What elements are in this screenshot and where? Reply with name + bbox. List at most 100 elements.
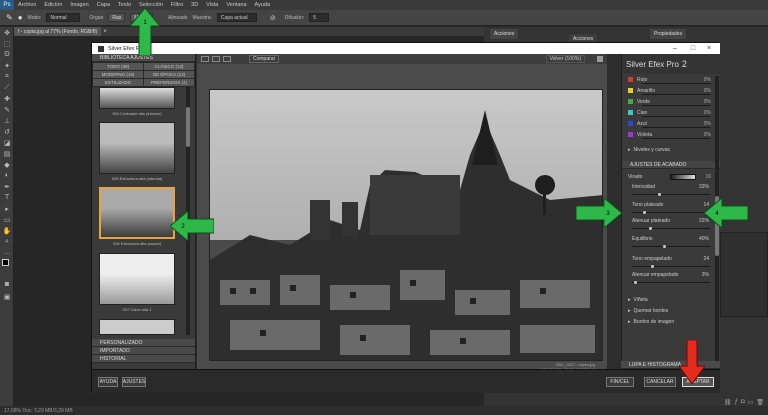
screen-mode-icon[interactable]: ▣ [0, 291, 14, 302]
slider-knob[interactable] [634, 281, 638, 284]
color-filter-row[interactable]: Verde 0% [622, 96, 720, 107]
background-toggle-icon[interactable] [597, 56, 603, 62]
close-icon[interactable]: × [702, 43, 716, 54]
loupe-histogram-header[interactable]: LUPA E HISTOGRAMA [621, 361, 720, 369]
single-view-icon[interactable] [201, 56, 209, 62]
preset-thumb[interactable] [99, 87, 175, 109]
color-filter-row[interactable]: Amarillo 0% [622, 85, 720, 96]
toning-row[interactable]: Virado 16 [622, 171, 720, 182]
adjustment-slider[interactable] [632, 211, 710, 214]
eraser-tool-icon[interactable]: ◪ [0, 137, 14, 148]
category-moderno[interactable]: MODERNO (15) [93, 71, 143, 78]
adjustment-slider[interactable] [632, 265, 710, 268]
aperture-icon[interactable]: ⊘ [270, 14, 276, 22]
slider-knob[interactable] [642, 211, 646, 214]
color-filter-slider[interactable] [642, 83, 710, 84]
settings-button[interactable]: AJUSTES [122, 377, 146, 387]
mode-select[interactable]: Normal [46, 13, 81, 22]
image-borders-row[interactable]: ▸ Bordes de imagen [622, 316, 720, 327]
zoom-select[interactable]: Volver (100%) [545, 55, 585, 63]
adjustment-slider[interactable] [632, 245, 710, 248]
more-tools-icon[interactable]: … [0, 247, 14, 258]
cancel-button[interactable]: CANCELAR [644, 377, 676, 387]
mask-icon[interactable]: ◘ [741, 399, 745, 405]
compare-button[interactable]: Comparar [249, 55, 280, 63]
adjustment-slider[interactable] [632, 281, 710, 284]
levels-curves-row[interactable]: ▸ Niveles y curvas [622, 144, 720, 155]
blur-tool-icon[interactable]: ◆ [0, 159, 14, 170]
hand-tool-icon[interactable]: ✋ [0, 225, 14, 236]
burn-edges-row[interactable]: ▸ Quemar bordes [622, 305, 720, 316]
color-filter-row[interactable]: Violeta 0% [622, 129, 720, 140]
link-icon[interactable]: ⛓ [724, 399, 732, 406]
quick-mask-icon[interactable]: ◙ [0, 279, 14, 290]
toning-adjustment-row[interactable]: Atenuar empapelado 3% [628, 272, 714, 286]
color-filter-row[interactable]: Rojo 0% [622, 74, 720, 85]
history-header[interactable]: HISTORIAL [92, 355, 195, 363]
imported-header[interactable]: IMPORTADO [92, 347, 195, 355]
type-tool-icon[interactable]: T [0, 192, 14, 203]
zoom-tool-icon[interactable]: ⌕ [0, 236, 14, 247]
toning-adjustment-row[interactable]: Intensidad 33% [628, 184, 714, 198]
category-clasico[interactable]: CLÁSICO (13) [144, 63, 194, 70]
foreground-color[interactable] [2, 259, 9, 266]
color-filter-slider[interactable] [642, 138, 710, 139]
menu-3d[interactable]: 3D [187, 2, 202, 8]
finish-adjustments-header[interactable]: AJUSTES DE ACABADO [622, 161, 720, 169]
menu-ayuda[interactable]: Ayuda [251, 2, 275, 8]
path-select-icon[interactable]: ▸ [0, 203, 14, 214]
folder-icon[interactable]: ▭ [748, 399, 754, 406]
side-view-icon[interactable] [223, 56, 231, 62]
pen-tool-icon[interactable]: ✒ [0, 181, 14, 192]
toning-adjustment-row[interactable]: Tono plateado 14 [628, 202, 714, 216]
toning-adjustment-row[interactable]: Atenuar plateado 22% [628, 218, 714, 232]
help-button[interactable]: AYUDA [98, 377, 118, 387]
diffusion-field[interactable]: 5 [309, 13, 330, 22]
brush-tool-icon[interactable]: ✎ [6, 13, 13, 22]
menu-vista[interactable]: Vista [202, 2, 222, 8]
slider-knob[interactable] [650, 265, 654, 268]
crop-tool-icon[interactable]: ⌗ [0, 71, 14, 82]
lasso-tool-icon[interactable]: ʘ [0, 49, 14, 60]
slider-knob[interactable] [657, 193, 661, 196]
color-filter-row[interactable]: Azul 0% [622, 118, 720, 129]
shape-tool-icon[interactable]: ▭ [0, 214, 14, 225]
ras-button[interactable]: Ras [108, 13, 126, 22]
color-filter-slider[interactable] [642, 105, 710, 106]
adjustment-slider[interactable] [632, 193, 710, 196]
maximize-icon[interactable]: □ [686, 43, 700, 54]
color-filter-slider[interactable] [642, 127, 710, 128]
panel-tab-acciones[interactable]: Acciones [490, 29, 519, 39]
panel-tab-propiedades[interactable]: Propiedades [650, 29, 687, 39]
preset-thumb[interactable] [99, 253, 175, 305]
category-estilizado[interactable]: ESTILIZADO [93, 79, 143, 86]
history-brush-icon[interactable]: ↺ [0, 126, 14, 137]
category-epoca[interactable]: DE ÉPOCA (13) [144, 71, 194, 78]
split-view-icon[interactable] [212, 56, 220, 62]
menu-archivo[interactable]: Archivo [14, 2, 40, 8]
adjustment-slider[interactable] [632, 227, 710, 230]
menu-ventana[interactable]: Ventana [222, 2, 250, 8]
category-todo[interactable]: TODO (38) [93, 63, 143, 70]
document-tab[interactable]: f - copia.jpg al 77% (Fondo, RGB/8) [14, 27, 102, 36]
quick-select-icon[interactable]: ✦ [0, 60, 14, 71]
preset-thumb-selected[interactable] [99, 187, 175, 239]
preview-photo[interactable] [209, 89, 603, 361]
marquee-tool-icon[interactable]: ⬚ [0, 38, 14, 49]
trash-icon[interactable]: 🗑 [756, 399, 764, 406]
dodge-tool-icon[interactable]: ◐ [0, 170, 14, 181]
fx-icon[interactable]: ƒ [735, 399, 738, 405]
minimize-icon[interactable]: – [668, 43, 682, 54]
healing-brush-icon[interactable]: ✚ [0, 93, 14, 104]
menu-filtro[interactable]: Filtro [167, 2, 187, 8]
slider-knob[interactable] [649, 227, 653, 230]
brush-preset-icon[interactable]: ● [18, 13, 23, 22]
vignette-row[interactable]: ▸ Viñeta [622, 294, 720, 305]
toning-adjustment-row[interactable]: Tono empapelado 24 [628, 256, 714, 270]
slider-knob[interactable] [663, 245, 667, 248]
sample-select[interactable]: Capa actual [216, 13, 257, 22]
color-filter-slider[interactable] [642, 116, 710, 117]
menu-edicion[interactable]: Edición [40, 2, 66, 8]
move-tool-icon[interactable]: ✥ [0, 27, 14, 38]
eyedropper-icon[interactable]: ⟋ [0, 82, 14, 93]
